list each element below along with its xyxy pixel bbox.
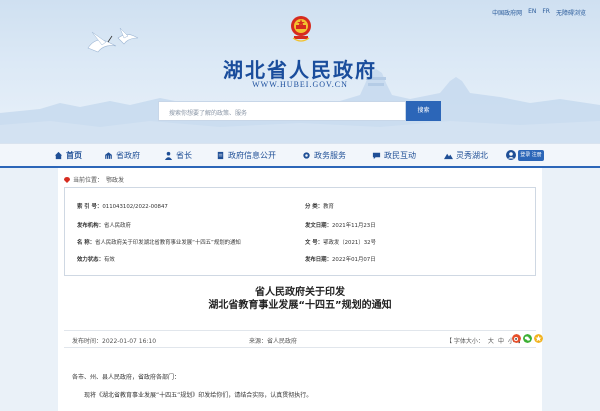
- meta-row: 索 引 号：011043102/2022-00847 分 类：教育: [65, 200, 535, 214]
- breadcrumb-current[interactable]: 鄂政发: [106, 175, 124, 184]
- link-fr[interactable]: FR: [542, 8, 550, 17]
- search-button[interactable]: 搜索: [406, 101, 441, 121]
- search-input[interactable]: 搜索你想要了解的政策、服务: [158, 101, 406, 121]
- nav-item-label: 省长: [176, 151, 192, 160]
- user-icon[interactable]: [506, 150, 516, 160]
- chat-icon: [372, 152, 381, 160]
- document-icon: [217, 151, 224, 160]
- top-links: 中国政府网 EN FR 无障碍浏览: [492, 8, 586, 17]
- body-paragraph: 现将《湖北省教育事业发展“十四五”规划》印发给你们，请结合实际，认真贯彻执行。: [84, 392, 313, 399]
- document-title-line-2: 湖北省教育事业发展“十四五”规划的通知: [208, 300, 392, 311]
- meta-index-value: 011043102/2022-00847: [102, 204, 168, 210]
- meta-name-label: 名 称：: [77, 240, 96, 246]
- share-buttons: [512, 334, 543, 343]
- document-source: 来源：省人民政府: [249, 336, 297, 345]
- main-nav: 首页 省政府 省长 政府信息公开 政务服务 政民互动 灵秀湖北 登录 注册: [0, 143, 600, 168]
- nav-item-label: 省政府: [116, 151, 140, 160]
- nav-item-label: 灵秀湖北: [456, 151, 488, 160]
- national-emblem-icon: [291, 16, 311, 42]
- home-icon: [54, 151, 63, 160]
- meta-doc-no-value: 鄂政发〔2021〕32号: [323, 240, 376, 246]
- site-title: 湖北省人民政府: [223, 58, 377, 82]
- breadcrumb: 当前位置： 鄂政发: [64, 175, 124, 184]
- meta-issue-date-value: 2021年11月23日: [331, 223, 376, 229]
- nav-item-info-disclosure[interactable]: 政府信息公开: [216, 144, 276, 167]
- meta-name-value: 省人民政府关于印发湖北省教育事业发展“十四五”规划的通知: [95, 240, 241, 246]
- meta-pub-date-label: 发布日期：: [305, 257, 332, 263]
- document-info-bar: 发布时间：2022-01-07 16:10 来源：省人民政府 【 字体大小： 大…: [64, 330, 543, 348]
- meta-index-label: 索 引 号：: [77, 204, 103, 210]
- meta-category-label: 分 类：: [305, 204, 324, 210]
- nav-item-home[interactable]: 首页: [54, 144, 82, 167]
- meta-status-label: 效力状态：: [77, 257, 104, 263]
- site-url: WWW.HUBEI.GOV.CN: [252, 80, 348, 89]
- meta-issuer-label: 发布机构：: [77, 223, 104, 229]
- link-en[interactable]: EN: [528, 8, 536, 17]
- salutation: 各市、州、县人民政府，省政府各部门：: [72, 374, 181, 381]
- weibo-share-icon[interactable]: [512, 334, 521, 343]
- meta-category-value: 教育: [323, 204, 334, 210]
- location-pin-icon: [64, 176, 70, 183]
- nav-item-government-services[interactable]: 政务服务: [302, 144, 346, 167]
- nav-item-label: 政民互动: [384, 151, 416, 160]
- person-icon: [164, 151, 173, 160]
- content-panel: 当前位置： 鄂政发 索 引 号：011043102/2022-00847 分 类…: [58, 168, 543, 411]
- meta-issue-date-label: 发文日期：: [305, 223, 332, 229]
- meta-row: 名 称：省人民政府关于印发湖北省教育事业发展“十四五”规划的通知 文 号：鄂政发…: [65, 236, 535, 250]
- nav-item-lingxiu-hubei[interactable]: 灵秀湖北: [444, 144, 488, 167]
- link-gov-cn[interactable]: 中国政府网: [492, 8, 522, 17]
- source-value: 省人民政府: [267, 338, 298, 345]
- publish-time: 发布时间：2022-01-07 16:10: [72, 338, 157, 345]
- mountain-icon: [444, 153, 453, 160]
- font-size-medium[interactable]: 中: [498, 336, 504, 345]
- nav-item-label: 政务服务: [314, 151, 346, 160]
- document-metadata-table: 索 引 号：011043102/2022-00847 分 类：教育 发布机构：省…: [64, 187, 536, 276]
- meta-pub-date-value: 2022年01月07日: [331, 257, 376, 263]
- font-size-label: 【 字体大小：: [446, 338, 484, 345]
- building-icon: [104, 151, 113, 160]
- nav-item-provincial-government[interactable]: 省政府: [104, 144, 140, 167]
- link-accessibility[interactable]: 无障碍浏览: [556, 8, 586, 17]
- login-register-button[interactable]: 登录 注册: [518, 150, 544, 161]
- wechat-share-icon[interactable]: [523, 334, 532, 343]
- font-size-large[interactable]: 大: [488, 336, 494, 345]
- source-label: 来源：: [249, 338, 268, 345]
- gear-icon: [303, 152, 310, 159]
- qzone-share-icon[interactable]: [534, 334, 543, 343]
- nav-item-label: 政府信息公开: [228, 151, 276, 160]
- meta-row: 效力状态：有效 发布日期：2022年01月07日: [65, 253, 535, 267]
- nav-item-public-interaction[interactable]: 政民互动: [372, 144, 416, 167]
- meta-issuer-value: 省人民政府: [103, 223, 131, 229]
- nav-item-label: 首页: [66, 151, 82, 160]
- breadcrumb-prefix: 当前位置：: [73, 177, 104, 184]
- meta-status-value: 有效: [103, 257, 115, 263]
- nav-item-governor[interactable]: 省长: [164, 144, 192, 167]
- meta-row: 发布机构：省人民政府 发文日期：2021年11月23日: [65, 219, 535, 233]
- header-banner: 中国政府网 EN FR 无障碍浏览 湖北省人民政府 WWW.HUBEI.GOV.…: [0, 0, 600, 143]
- meta-doc-no-label: 文 号：: [305, 240, 324, 246]
